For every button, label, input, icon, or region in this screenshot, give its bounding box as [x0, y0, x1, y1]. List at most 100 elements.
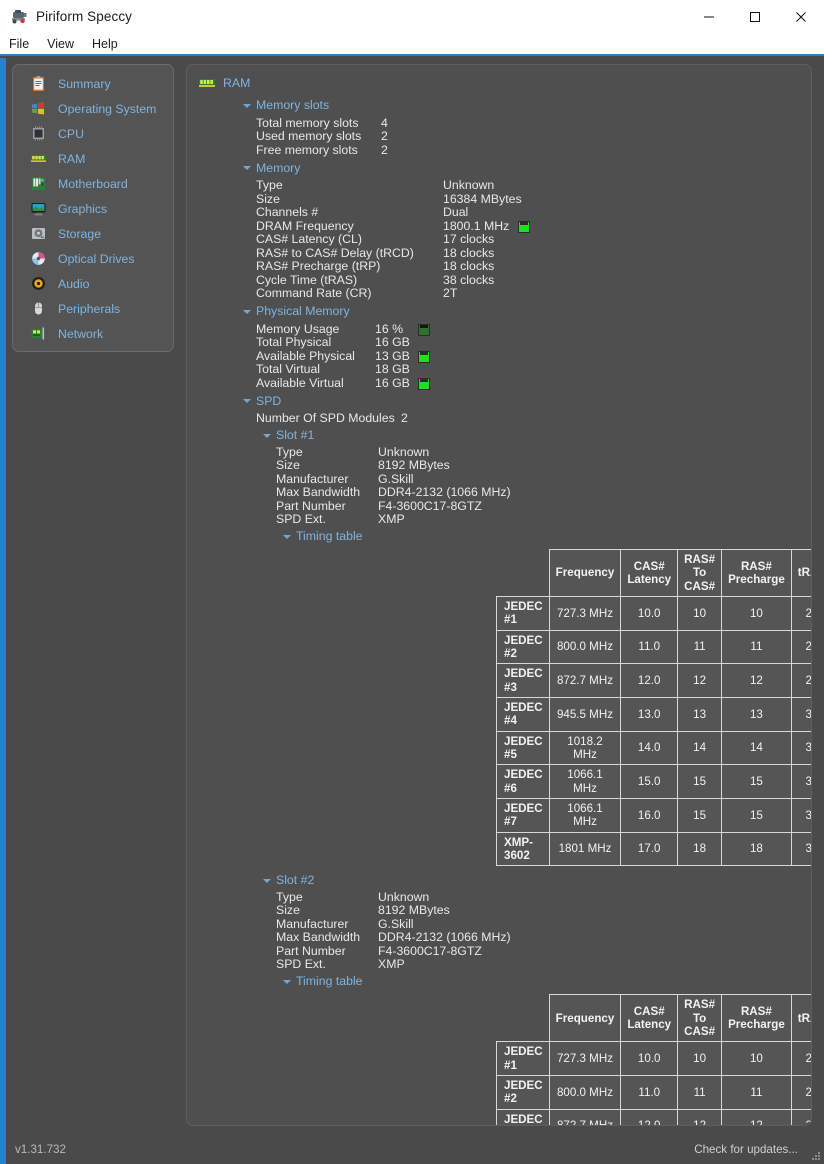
cell-tras: 29: [791, 1109, 812, 1126]
cell-ras-precharge: 15: [722, 798, 792, 832]
sidebar-item-audio[interactable]: Audio: [13, 271, 173, 296]
chevron-down-icon: [243, 101, 252, 110]
check-for-updates-link[interactable]: Check for updates...: [694, 1143, 798, 1156]
cell-cas-latency: 10.0: [621, 1042, 678, 1076]
sidebar-item-operating-system[interactable]: Operating System: [13, 96, 173, 121]
sidebar-item-label: Motherboard: [58, 177, 128, 191]
group-slot-1[interactable]: Slot #1: [263, 428, 811, 442]
sidebar-item-cpu[interactable]: CPU: [13, 121, 173, 146]
dark-chip-icon: [418, 322, 430, 336]
row-label: Total memory slots: [256, 116, 381, 130]
row-value: 8192 MBytes: [378, 458, 450, 472]
cell-cas-latency: 12.0: [621, 1109, 678, 1126]
sidebar-item-ram[interactable]: RAM: [13, 146, 173, 171]
group-physical-memory[interactable]: Physical Memory: [243, 304, 811, 318]
row-memory-size: Size 16384 MBytes: [256, 192, 811, 206]
speccy-icon: [10, 8, 28, 26]
cell-frequency: 727.3 MHz: [549, 1042, 621, 1076]
timing-table-slot1: Frequency CAS# Latency RAS# To CAS# RAS#…: [496, 549, 812, 866]
chevron-down-icon: [263, 431, 272, 440]
row-slot1-part-number: Part Number F4-3600C17-8GTZ: [276, 499, 811, 513]
row-command-rate: Command Rate (CR) 2T: [256, 287, 811, 301]
row-slot2-manufacturer: Manufacturer G.Skill: [276, 917, 811, 931]
cell-frequency: 1066.1 MHz: [549, 798, 621, 832]
sidebar-item-storage[interactable]: Storage: [13, 221, 173, 246]
row-header: JEDEC #3: [497, 664, 550, 698]
menu-file[interactable]: File: [9, 37, 38, 51]
row-total-physical: Total Physical 16 GB: [256, 336, 811, 350]
accent-rail-bottom: [0, 1135, 6, 1164]
row-value: 2: [401, 411, 408, 425]
group-memory[interactable]: Memory: [243, 161, 811, 175]
cell-ras-precharge: 11: [722, 630, 792, 664]
page-title-row: RAM: [187, 73, 811, 93]
row-header: JEDEC #5: [497, 731, 550, 765]
close-button[interactable]: [778, 0, 824, 33]
monitor-icon: [30, 200, 47, 217]
col-tras: tRAS: [791, 995, 812, 1042]
mouse-icon: [30, 300, 47, 317]
menu-view[interactable]: View: [47, 37, 83, 51]
chevron-down-icon: [283, 532, 292, 541]
row-value: Dual: [443, 205, 468, 219]
row-label: Type: [276, 445, 378, 459]
row-label: RAS# Precharge (tRP): [256, 259, 443, 273]
speccy-window: Piriform Speccy File View Help: [0, 0, 824, 1164]
row-label: Available Virtual: [256, 376, 375, 390]
cell-ras-precharge: 12: [722, 664, 792, 698]
cell-cas-latency: 11.0: [621, 630, 678, 664]
group-slot-2[interactable]: Slot #2: [263, 873, 811, 887]
group-memory-slots[interactable]: Memory slots: [243, 98, 811, 112]
window-title: Piriform Speccy: [36, 9, 132, 24]
row-channels: Channels # Dual: [256, 206, 811, 220]
row-slot2-part-number: Part Number F4-3600C17-8GTZ: [276, 944, 811, 958]
row-slot2-size: Size 8192 MBytes: [276, 904, 811, 918]
row-label: Free memory slots: [256, 143, 381, 157]
cell-tras: 36: [791, 765, 812, 799]
timing-table-slot2: Frequency CAS# Latency RAS# To CAS# RAS#…: [496, 994, 812, 1126]
row-value: 4: [381, 116, 388, 130]
group-spd[interactable]: SPD: [243, 394, 811, 408]
row-slot1-size: Size 8192 MBytes: [276, 459, 811, 473]
sidebar-item-network[interactable]: Network: [13, 321, 173, 346]
row-header: JEDEC #3: [497, 1109, 550, 1126]
sidebar-item-optical-drives[interactable]: Optical Drives: [13, 246, 173, 271]
window-controls: [686, 0, 824, 33]
row-value: 1800.1 MHz: [443, 219, 509, 233]
group-slot1-timing-table[interactable]: Timing table: [283, 529, 811, 543]
row-slot2-type: Type Unknown: [276, 890, 811, 904]
clipboard-icon: [30, 75, 47, 92]
row-slot2-max-bandwidth: Max Bandwidth DDR4-2132 (1066 MHz): [276, 931, 811, 945]
maximize-button[interactable]: [732, 0, 778, 33]
col-tras: tRAS: [791, 550, 812, 597]
group-label: Timing table: [296, 529, 363, 543]
cell-frequency: 945.5 MHz: [549, 697, 621, 731]
sidebar-item-summary[interactable]: Summary: [13, 71, 173, 96]
col-frequency: Frequency: [549, 995, 621, 1042]
sidebar-item-graphics[interactable]: Graphics: [13, 196, 173, 221]
sidebar-item-label: Peripherals: [58, 302, 120, 316]
row-dram-frequency: DRAM Frequency 1800.1 MHz: [256, 219, 811, 233]
sidebar-item-motherboard[interactable]: Motherboard: [13, 171, 173, 196]
sidebar-item-label: Network: [58, 327, 103, 341]
row-value: 17 clocks: [443, 232, 494, 246]
group-slot2-timing-table[interactable]: Timing table: [283, 974, 811, 988]
minimize-button[interactable]: [686, 0, 732, 33]
row-label: Cycle Time (tRAS): [256, 273, 443, 287]
disc-icon: [30, 250, 47, 267]
col-frequency: Frequency: [549, 550, 621, 597]
table-row: JEDEC #7 1066.1 MHz 16.0 15 15 36 50 1.2…: [497, 798, 813, 832]
chevron-down-icon: [243, 307, 252, 316]
resize-grip-icon[interactable]: [810, 1150, 821, 1161]
menu-help[interactable]: Help: [92, 37, 127, 51]
title-bar: Piriform Speccy: [0, 0, 824, 33]
col-ras-to-cas: RAS# To CAS#: [678, 995, 722, 1042]
green-chip-icon: [418, 376, 430, 390]
cell-tras: 36: [791, 798, 812, 832]
row-label: Used memory slots: [256, 129, 381, 143]
row-slot1-spd-ext: SPD Ext. XMP: [276, 513, 811, 527]
sidebar-item-peripherals[interactable]: Peripherals: [13, 296, 173, 321]
row-label: Total Virtual: [256, 362, 375, 376]
table-body: JEDEC #1 727.3 MHz 10.0 10 10 24 34 1.20…: [497, 1042, 813, 1126]
row-trp: RAS# Precharge (tRP) 18 clocks: [256, 260, 811, 274]
